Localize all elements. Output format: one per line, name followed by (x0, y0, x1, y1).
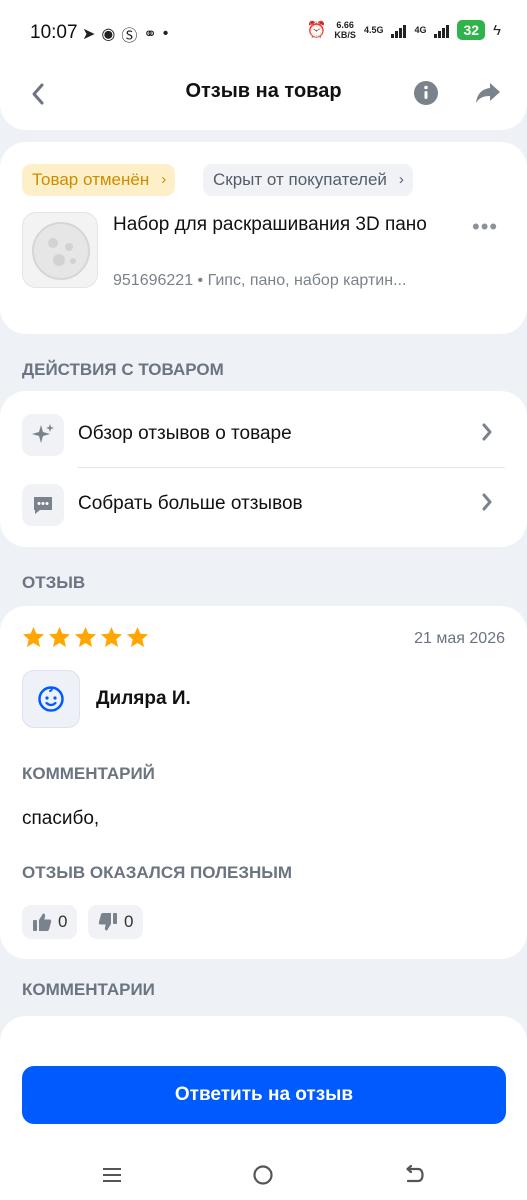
status-right: ⏰ 6.66 KB/S 4.5G 4G 32 ϟ (306, 20, 501, 40)
thumbs-up-icon (33, 913, 52, 931)
chevron-right-icon: › (161, 171, 167, 188)
review-author: Диляра И. (96, 688, 191, 709)
comment-title: КОММЕНТАРИЙ (22, 764, 155, 783)
product-image (32, 222, 90, 280)
like-count: 0 (58, 912, 68, 931)
divider (78, 467, 505, 468)
charging-icon: ϟ (493, 21, 501, 39)
review-comment: спасибо, (22, 808, 100, 829)
product-meta: 951696221 • Гипс, пано, набор картин... (113, 272, 407, 289)
star-icon (48, 626, 71, 648)
action-label: Собрать больше отзывов (78, 493, 303, 514)
home-button[interactable] (243, 1158, 283, 1192)
back-nav-icon (406, 1165, 424, 1183)
review-section-title: ОТЗЫВ (22, 573, 86, 592)
notification-icons: ➤ ◉ Ⓢ ⚭ • (82, 22, 168, 46)
share-icon (476, 83, 500, 103)
chat-bubble-icon (22, 484, 64, 526)
battery-indicator: 32 (457, 20, 486, 40)
recent-apps-button[interactable] (92, 1158, 132, 1192)
like-button[interactable]: 0 (22, 905, 78, 939)
star-icon (126, 626, 149, 648)
actions-card: Обзор отзывов о товаре Собрать больше от… (0, 391, 527, 547)
home-circle-icon (253, 1165, 273, 1185)
dot-icon: • (162, 25, 169, 42)
actions-section-title: ДЕЙСТВИЯ С ТОВАРОМ (22, 360, 224, 379)
info-icon (414, 81, 438, 105)
more-options-button[interactable]: ••• (472, 214, 498, 240)
star-icon (74, 626, 97, 648)
status-bar: 10:07 ➤ ◉ Ⓢ ⚭ • ⏰ 6.66 KB/S 4.5G 4G 32 ϟ (0, 0, 527, 62)
dislike-count: 0 (124, 912, 134, 931)
review-date: 21 мая 2026 (414, 630, 505, 647)
page-title: Отзыв на товар (185, 80, 342, 102)
info-button[interactable] (409, 76, 443, 110)
app-notification-icon: ◉ (101, 26, 116, 43)
status-time: 10:07 (30, 22, 78, 43)
chevron-right-icon (480, 491, 494, 518)
star-icon (22, 626, 45, 648)
network-label-2: 4G (414, 25, 427, 35)
system-nav-bar (0, 1150, 527, 1200)
alarm-icon: ⏰ (306, 22, 327, 39)
avatar (22, 670, 80, 728)
chevron-right-icon: › (398, 171, 404, 188)
net-speed: 6.66 KB/S (334, 20, 356, 40)
signal-icon (391, 22, 407, 38)
star-icon (100, 626, 123, 648)
header: Отзыв на товар (0, 62, 527, 130)
telegram-icon: ➤ (82, 26, 96, 43)
dislike-button[interactable]: 0 (88, 905, 144, 939)
sparkles-icon (22, 414, 64, 456)
action-label: Обзор отзывов о товаре (78, 423, 292, 444)
helpful-title: ОТЗЫВ ОКАЗАЛСЯ ПОЛЕЗНЫМ (22, 863, 293, 882)
comments-section-title: КОММЕНТАРИИ (22, 980, 155, 999)
back-nav-button[interactable] (394, 1158, 434, 1192)
s-app-icon: Ⓢ (121, 28, 138, 45)
product-thumbnail[interactable] (22, 212, 98, 288)
reply-button[interactable]: Ответить на отзыв (22, 1066, 506, 1124)
signal-icon-2 (434, 22, 450, 38)
baby-face-icon (38, 686, 64, 712)
action-review-overview[interactable]: Обзор отзывов о товаре (0, 399, 527, 469)
visibility-chip[interactable]: Скрыт от покупателей › (203, 164, 413, 196)
product-name[interactable]: Набор для раскрашивания 3D пано (113, 212, 463, 238)
chevron-right-icon (480, 421, 494, 448)
action-collect-reviews[interactable]: Собрать больше отзывов (0, 469, 527, 539)
share-button[interactable] (471, 76, 505, 110)
link-icon: ⚭ (143, 26, 157, 43)
review-card: 21 мая 2026 Диляра И. КОММЕНТАРИЙ спасиб… (0, 606, 527, 959)
rating-stars (22, 626, 149, 648)
network-label-1: 4.5G (363, 25, 384, 35)
menu-icon (103, 1168, 121, 1182)
status-chip[interactable]: Товар отменён › (22, 164, 176, 196)
thumbs-down-icon (98, 913, 117, 931)
